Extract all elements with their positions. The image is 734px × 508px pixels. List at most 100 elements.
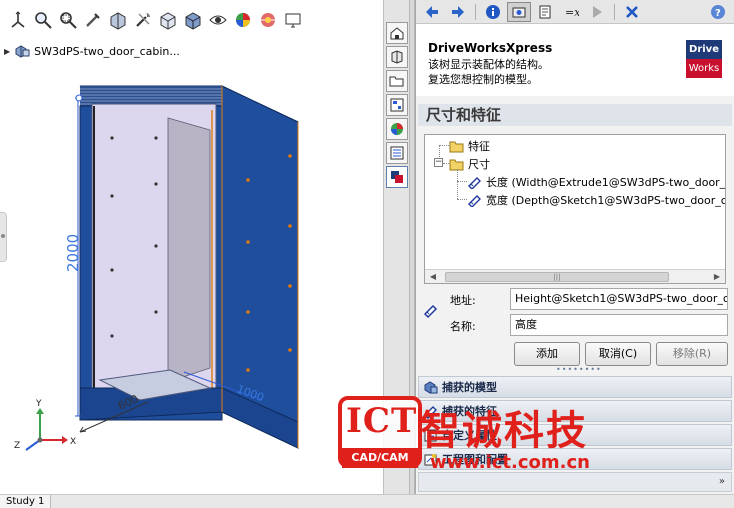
name-field[interactable]: 高度: [510, 314, 728, 336]
cancel-button[interactable]: 取消(C): [585, 342, 651, 366]
view-settings-button[interactable]: [281, 8, 305, 32]
tree-node-dimensions[interactable]: 尺寸: [449, 156, 490, 172]
back-button[interactable]: [420, 2, 444, 22]
pane-title: DriveWorksXpress: [428, 41, 553, 55]
tab-custom-properties[interactable]: [386, 142, 408, 164]
tab-driveworksxpress[interactable]: [386, 166, 408, 188]
close-button[interactable]: [620, 2, 644, 22]
forms-button[interactable]: [533, 2, 557, 22]
dimension-icon: [468, 176, 481, 189]
dimension-address-icon: [423, 304, 438, 319]
display-style-button[interactable]: [181, 8, 205, 32]
dimension-icon: [424, 405, 437, 419]
accordion-label: 工程图和配置: [442, 453, 508, 466]
add-button[interactable]: 添加: [514, 342, 580, 366]
axis-x-label: X: [70, 437, 76, 447]
tab-design-library[interactable]: [386, 46, 408, 68]
more-chevron-icon[interactable]: »: [719, 476, 725, 487]
address-label: 地址:: [450, 294, 476, 307]
tree-item-label: 长度 (Width@Extrude1@SW3dPS-two_door_cabin…: [486, 176, 726, 189]
tree-connector: [457, 181, 467, 182]
tab-view-palette[interactable]: [386, 94, 408, 116]
previous-view-button[interactable]: [81, 8, 105, 32]
driveworks-icon: [391, 171, 403, 183]
accordion-captured-features[interactable]: 捕获的特征: [418, 400, 732, 422]
properties-list-icon: [424, 429, 437, 441]
eye-icon: [209, 15, 227, 25]
tab-home[interactable]: [386, 22, 408, 44]
help-icon: ?: [711, 4, 725, 19]
zoom-to-area-button[interactable]: [56, 8, 80, 32]
svg-text:=x: =x: [565, 6, 579, 19]
logo-top-text: Drive: [686, 40, 722, 59]
zoom-fit-icon: [35, 12, 52, 29]
capture-model-button[interactable]: [507, 1, 531, 22]
scroll-thumb[interactable]: |||: [445, 272, 669, 282]
study-tab[interactable]: Study 1: [0, 495, 52, 508]
tree-connector: [457, 169, 458, 199]
assembly-icon: [424, 380, 438, 394]
tree-item-label: 宽度 (Depth@Sketch1@SW3dPS-two_door_cabine…: [486, 194, 725, 207]
pane-toolbar: =x ?: [416, 0, 734, 24]
tab-file-explorer[interactable]: [386, 70, 408, 92]
dimension-icon: [468, 194, 481, 207]
task-pane-tabs: [383, 20, 409, 494]
scroll-left-icon[interactable]: ◀: [427, 272, 439, 282]
tree-node-features[interactable]: 特征: [449, 138, 490, 154]
graphics-viewport[interactable]: ▶ SW3dPS-two_door_cabin... 2000 1000 600…: [0, 0, 383, 494]
accordion-label: 自定义属性: [442, 429, 497, 442]
library-icon: [391, 50, 403, 64]
tree-node-dimensions-label: 尺寸: [468, 158, 490, 171]
logo-bottom-text: Works: [686, 59, 722, 78]
dynamic-annotation-button[interactable]: [131, 8, 155, 32]
scroll-right-icon[interactable]: ▶: [711, 272, 723, 282]
folder-icon: [449, 141, 464, 152]
run-button[interactable]: [585, 2, 609, 22]
tree-horizontal-scrollbar[interactable]: ◀ ||| ▶: [425, 269, 725, 283]
address-field[interactable]: Height@Sketch1@SW3dPS-two_door_cabinet: [510, 288, 728, 310]
form-icon: [539, 5, 551, 18]
view-orientation-cube-button[interactable]: [156, 8, 180, 32]
height-dimension-label: 2000: [64, 234, 82, 272]
forward-button[interactable]: [446, 2, 470, 22]
info-icon: [486, 4, 500, 19]
rules-button[interactable]: =x: [559, 2, 583, 22]
previous-view-icon: [86, 13, 100, 27]
zoom-to-fit-button[interactable]: [31, 8, 55, 32]
section-view-button[interactable]: [106, 8, 130, 32]
camera-icon: [512, 7, 526, 17]
tree-item-dimension[interactable]: 宽度 (Depth@Sketch1@SW3dPS-two_door_cabine…: [467, 192, 725, 208]
edit-appearance-button[interactable]: [231, 8, 255, 32]
driveworks-logo: Drive Works: [686, 40, 722, 78]
task-pane-top-strip: [383, 0, 409, 20]
tree-item-dimension[interactable]: 长度 (Width@Extrude1@SW3dPS-two_door_cabin…: [467, 174, 726, 190]
splitter-grip[interactable]: ••••••••: [556, 366, 601, 374]
height-dimension[interactable]: 2000: [64, 94, 83, 417]
pane-description-line1: 该树显示装配体的结构。: [428, 58, 549, 71]
view-orientation-button[interactable]: [6, 8, 30, 32]
axis-z-label: Z: [14, 441, 20, 451]
help-button[interactable]: ?: [706, 2, 730, 22]
dimensions-features-tree[interactable]: 特征 − 尺寸 长度 (Width@Extrude1@SW3dPS-two_do…: [424, 134, 726, 284]
apply-scene-button[interactable]: [256, 8, 280, 32]
drawing-icon: [424, 453, 437, 465]
accordion-drawings-configurations[interactable]: 工程图和配置: [418, 448, 732, 470]
close-icon: [626, 5, 638, 18]
info-button[interactable]: [481, 2, 505, 22]
panel-collapse-handle[interactable]: [0, 212, 7, 262]
accordion-label: 捕获的特征: [442, 405, 497, 418]
accordion-custom-properties[interactable]: 自定义属性: [418, 424, 732, 446]
hide-show-items-button[interactable]: [206, 8, 230, 32]
name-label: 名称:: [450, 320, 476, 333]
view-palette-icon: [390, 98, 404, 112]
accordion-footer: »: [418, 472, 732, 492]
appearance-ball-icon: [391, 123, 403, 135]
driveworksxpress-pane: =x ? DriveWorksXpress 该树显示装配体的结构。 复选您想控制…: [415, 0, 734, 494]
expand-arrow-icon[interactable]: ▶: [4, 47, 10, 56]
collapse-toggle[interactable]: −: [434, 158, 443, 167]
cabinet-3d-model[interactable]: 2000 1000 600: [60, 50, 380, 470]
tab-appearances[interactable]: [386, 118, 408, 140]
remove-button[interactable]: 移除(R): [656, 342, 728, 366]
accordion-captured-models[interactable]: 捕获的模型: [418, 376, 732, 398]
display-style-icon: [185, 12, 201, 30]
